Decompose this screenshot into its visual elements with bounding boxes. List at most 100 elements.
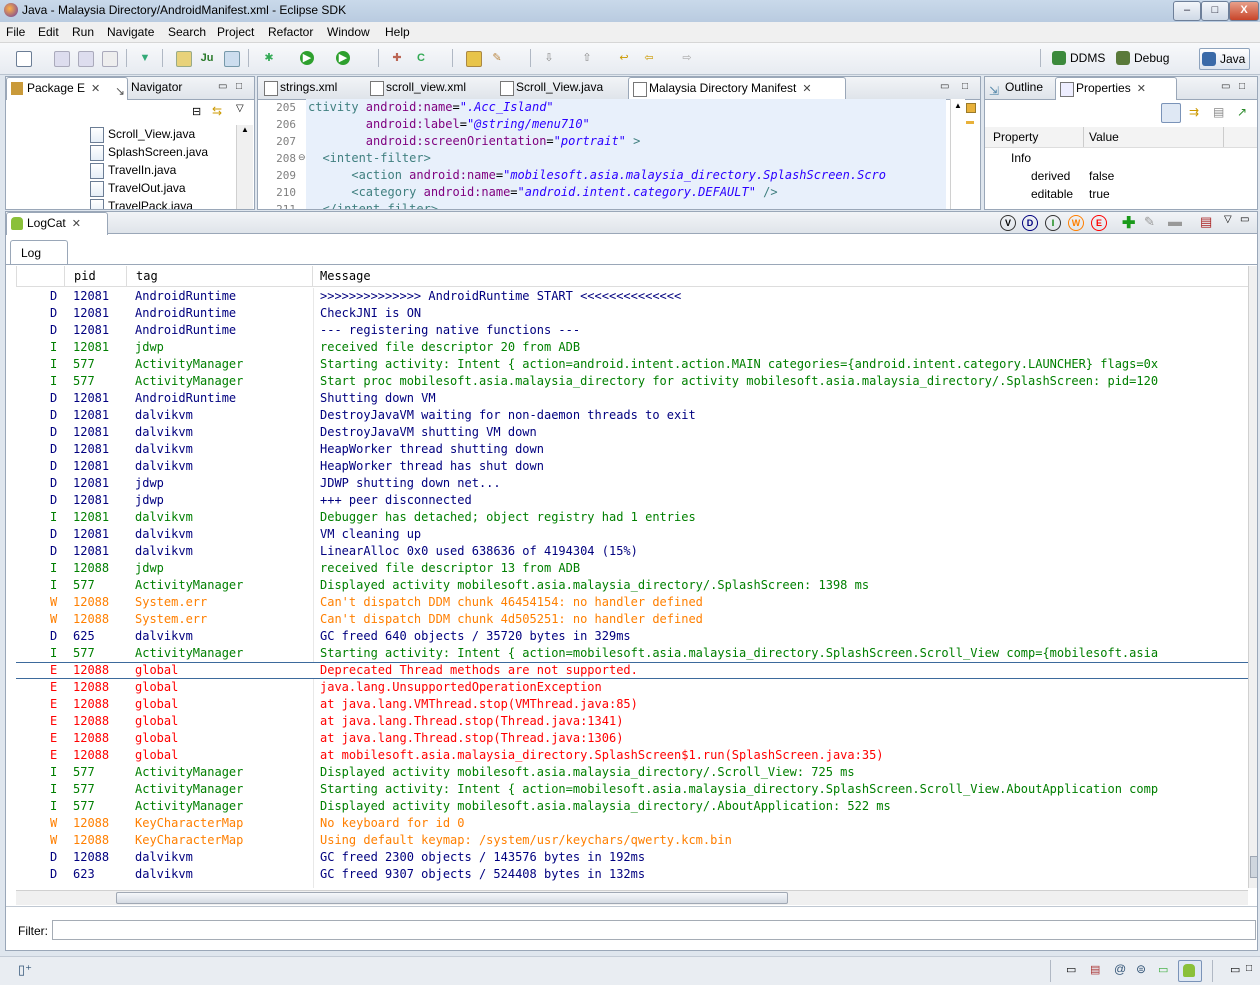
menu-help[interactable]: Help bbox=[385, 25, 410, 39]
maximize-tray-icon[interactable]: □ bbox=[1246, 963, 1252, 974]
view-menu-icon[interactable]: ▽ bbox=[236, 103, 244, 114]
log-row[interactable]: D 12081 jdwp +++ peer disconnected bbox=[16, 492, 1248, 509]
log-row[interactable]: D 12081 AndroidRuntime Shutting down VM bbox=[16, 390, 1248, 407]
maximize-panel-icon[interactable]: □ bbox=[236, 81, 242, 92]
close-button[interactable]: X bbox=[1229, 1, 1259, 21]
new-android-project-icon[interactable] bbox=[176, 51, 192, 67]
back-icon[interactable]: ⇦ bbox=[642, 51, 656, 65]
log-row[interactable]: D 12081 dalvikvm HeapWorker thread shutting… bbox=[16, 441, 1248, 458]
log-row[interactable]: D 12081 dalvikvm HeapWorker thread has shut… bbox=[16, 458, 1248, 475]
minimize-panel-icon[interactable]: ▭ bbox=[218, 81, 227, 92]
print-icon[interactable] bbox=[102, 51, 118, 67]
save-icon[interactable] bbox=[54, 51, 70, 67]
next-annotation-icon[interactable]: ⇩ bbox=[542, 51, 556, 65]
tray-icon-2[interactable]: ▤ bbox=[1090, 963, 1100, 976]
log-row[interactable]: I 12081 jdwp received file descriptor 20 fr… bbox=[16, 339, 1248, 356]
android-sdk-icon[interactable]: ▼ bbox=[138, 51, 152, 65]
log-row[interactable]: W 12088 KeyCharacterMap Using default keyma… bbox=[16, 832, 1248, 849]
log-row[interactable]: D 12081 AndroidRuntime --- registering nati… bbox=[16, 322, 1248, 339]
debug-icon[interactable]: ✱ bbox=[262, 51, 276, 65]
log-row[interactable]: I 577 ActivityManager Displayed activity mo… bbox=[16, 577, 1248, 594]
perspective-java[interactable]: Java bbox=[1199, 48, 1251, 70]
log-row[interactable]: W 12088 KeyCharacterMap No keyboard for id … bbox=[16, 815, 1248, 832]
tray-icon-1[interactable]: ▭ bbox=[1066, 963, 1076, 976]
log-vertical-scrollbar[interactable] bbox=[1248, 266, 1257, 888]
verbose-level-button[interactable]: V bbox=[1000, 215, 1016, 231]
log-row[interactable]: W 12088 System.err Can't dispatch DDM chunk… bbox=[16, 594, 1248, 611]
value-column-header[interactable]: Value bbox=[1089, 130, 1119, 144]
show-advanced-icon[interactable]: ⇉ bbox=[1189, 105, 1199, 119]
pid-column-header[interactable]: pid bbox=[74, 269, 96, 283]
tray-icon-4[interactable]: ⊜ bbox=[1136, 962, 1146, 976]
warn-level-button[interactable]: W bbox=[1068, 215, 1084, 231]
close-tab-icon[interactable]: ✕ bbox=[91, 83, 100, 95]
code-line[interactable]: android:label="@string/menu710" bbox=[308, 116, 590, 133]
run-icon[interactable]: ▶ bbox=[300, 51, 314, 65]
code-line[interactable]: ctivity android:name=".Acc_Island" bbox=[308, 99, 554, 116]
tab-strings-xml[interactable]: strings.xml bbox=[260, 77, 380, 98]
search-icon[interactable]: ✎ bbox=[490, 51, 504, 65]
log-horizontal-scrollbar[interactable] bbox=[16, 890, 1248, 905]
log-row[interactable]: E 12088 global Deprecated Thread methods ar… bbox=[16, 662, 1248, 679]
close-tab-icon[interactable]: ✕ bbox=[72, 218, 81, 230]
tab-properties[interactable]: Properties ✕ bbox=[1055, 77, 1177, 100]
perspective-debug[interactable]: Debug bbox=[1114, 48, 1173, 68]
code-area[interactable]: 205 ctivity android:name=".Acc_Island" 206… bbox=[258, 99, 948, 209]
menu-navigate[interactable]: Navigate bbox=[107, 25, 154, 39]
menu-window[interactable]: Window bbox=[327, 25, 370, 39]
log-row[interactable]: D 623 dalvikvm GC freed 9307 objects / 5244… bbox=[16, 866, 1248, 883]
log-row[interactable]: D 12081 AndroidRuntime >>>>>>>>>>>>>> Andro… bbox=[16, 288, 1248, 305]
close-tab-icon[interactable]: ✕ bbox=[1137, 83, 1146, 95]
log-row[interactable]: I 577 ActivityManager Starting activity: In… bbox=[16, 356, 1248, 373]
tree-item[interactable]: TravelPack.java bbox=[90, 197, 193, 209]
log-table-body[interactable]: D 12081 AndroidRuntime >>>>>>>>>>>>>> Andro… bbox=[6, 288, 1250, 888]
tree-item[interactable]: Scroll_View.java bbox=[90, 125, 195, 143]
close-tab-icon[interactable]: ✕ bbox=[802, 83, 811, 95]
code-line[interactable]: <intent-filter> bbox=[308, 150, 430, 167]
log-row[interactable]: E 12088 global at java.lang.VMThread.stop(… bbox=[16, 696, 1248, 713]
tray-icon-5[interactable]: ▭ bbox=[1158, 963, 1168, 976]
link-with-editor-icon[interactable]: ⇆ bbox=[212, 104, 222, 118]
forward-icon[interactable]: ⇨ bbox=[680, 51, 694, 65]
fold-toggle-icon[interactable]: ⊖ bbox=[298, 152, 306, 163]
tray-icon-3[interactable]: @ bbox=[1114, 962, 1126, 976]
code-line[interactable]: android:screenOrientation="portrait" > bbox=[308, 133, 641, 150]
minimize-panel-icon[interactable]: ▭ bbox=[940, 81, 949, 92]
property-value[interactable]: true bbox=[1089, 185, 1110, 203]
add-filter-icon[interactable]: ✚ bbox=[1122, 213, 1135, 233]
tab-package-explorer[interactable]: Package E ✕ bbox=[6, 77, 128, 100]
menu-run[interactable]: Run bbox=[72, 25, 94, 39]
debug-level-button[interactable]: D bbox=[1022, 215, 1038, 231]
log-row[interactable]: D 12081 dalvikvm VM cleaning up bbox=[16, 526, 1248, 543]
minimize-panel-icon[interactable]: ▭ bbox=[1221, 81, 1230, 92]
log-row[interactable]: D 12081 AndroidRuntime CheckJNI is ON bbox=[16, 305, 1248, 322]
tab-scroll-view-java[interactable]: Scroll_View.java bbox=[496, 77, 644, 98]
log-row[interactable]: I 577 ActivityManager Start proc mobilesoft… bbox=[16, 373, 1248, 390]
junit-icon[interactable]: Ju bbox=[200, 51, 214, 65]
pin-icon[interactable]: ↗ bbox=[1237, 105, 1247, 119]
show-categories-icon[interactable] bbox=[1161, 103, 1181, 123]
maximize-panel-icon[interactable]: □ bbox=[1239, 81, 1245, 92]
open-type-icon[interactable] bbox=[466, 51, 482, 67]
menu-edit[interactable]: Edit bbox=[38, 25, 59, 39]
android-tray-icon[interactable] bbox=[1178, 960, 1202, 982]
log-row[interactable]: D 12081 dalvikvm DestroyJavaVM shutting VM … bbox=[16, 424, 1248, 441]
tab-log[interactable]: Log bbox=[10, 240, 68, 265]
log-row[interactable]: I 577 ActivityManager Displayed activity mo… bbox=[16, 764, 1248, 781]
property-category[interactable]: Info bbox=[1011, 149, 1031, 167]
tree-item[interactable]: SplashScreen.java bbox=[90, 143, 208, 161]
delete-filter-icon[interactable]: ▬ bbox=[1168, 213, 1182, 229]
code-line[interactable]: </intent-filter> bbox=[308, 201, 438, 209]
property-value[interactable]: false bbox=[1089, 167, 1114, 185]
tag-column-header[interactable]: tag bbox=[136, 269, 158, 283]
save-all-icon[interactable] bbox=[78, 51, 94, 67]
log-row[interactable]: E 12088 global at java.lang.Thread.stop(Th… bbox=[16, 730, 1248, 747]
property-column-header[interactable]: Property bbox=[993, 130, 1038, 144]
log-row[interactable]: I 577 ActivityManager Displayed activity mo… bbox=[16, 798, 1248, 815]
log-row[interactable]: D 12081 jdwp JDWP shutting down net... bbox=[16, 475, 1248, 492]
tree-item[interactable]: TravelOut.java bbox=[90, 179, 186, 197]
error-level-button[interactable]: E bbox=[1091, 215, 1107, 231]
new-class-icon[interactable]: C bbox=[414, 51, 428, 65]
view-menu-icon[interactable]: ▽ bbox=[1224, 214, 1232, 225]
log-row[interactable]: D 625 dalvikvm GC freed 640 objects / 35720… bbox=[16, 628, 1248, 645]
